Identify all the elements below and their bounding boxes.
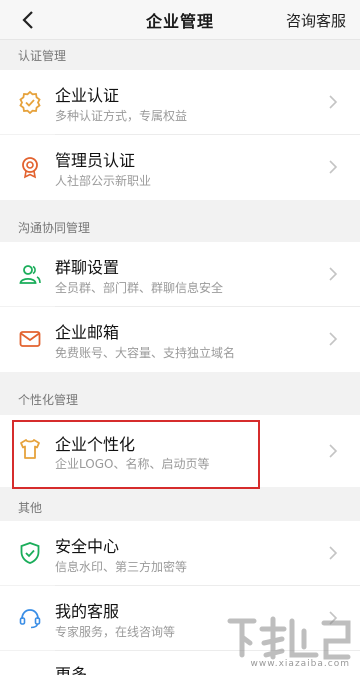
item-subtitle: 多种认证方式，专属权益 [55,109,188,123]
section-header-other: 其他 [18,500,43,515]
item-subtitle: 人社部公示新职业 [55,174,152,188]
page-title: 企业管理 [145,11,214,31]
chevron-right-icon [329,546,338,560]
group-users-icon [19,265,41,284]
tshirt-icon [20,439,40,459]
chevron-right-icon [329,95,338,109]
item-title: 群聊设置 [55,258,120,277]
section-header-collab: 沟通协同管理 [18,220,91,235]
headset-icon [19,609,41,629]
consult-service-button[interactable]: 咨询客服 [286,10,346,31]
item-subtitle: 免费账号、大容量、支持独立域名 [55,346,236,360]
shield-check-icon [20,542,40,564]
section-header-personal: 个性化管理 [18,393,79,407]
list-item-security-center[interactable]: 安全中心 信息水印、第三方加密等 [0,521,360,585]
list-item-personalization[interactable]: 企业个性化 企业LOGO、名称、启动页等 [0,415,360,487]
chevron-right-icon [329,267,338,281]
verified-badge-icon [19,90,41,114]
item-subtitle: 企业LOGO、名称、启动页等 [55,457,210,471]
list-item-enterprise-auth[interactable]: 企业认证 多种认证方式，专属权益 [0,70,360,134]
item-subtitle: 信息水印、第三方加密等 [55,560,188,574]
medal-icon [22,157,38,179]
mail-icon [19,331,41,347]
item-subtitle: 全员群、部门群、群聊信息安全 [55,281,224,295]
item-title: 管理员认证 [55,151,136,170]
chevron-right-icon [329,160,338,174]
list-item-enterprise-mail[interactable]: 企业邮箱 免费账号、大容量、支持独立域名 [0,307,360,372]
item-title: 更多 [55,665,88,675]
item-title: 企业认证 [55,86,120,105]
section-header-auth: 认证管理 [18,49,67,63]
chevron-right-icon [329,332,338,346]
item-title: 企业邮箱 [55,323,120,342]
chevron-right-icon [329,444,338,458]
chevron-left-icon [22,11,33,29]
item-subtitle: 专家服务，在线咨询等 [55,625,176,639]
list-item-group-settings[interactable]: 群聊设置 全员群、部门群、群聊信息安全 [0,242,360,306]
watermark-url: www.xiazaiba.com [250,659,350,669]
item-title: 企业个性化 [55,435,136,454]
list-item-admin-auth[interactable]: 管理员认证 人社部公示新职业 [0,135,360,200]
back-button[interactable] [14,8,42,32]
top-nav-bar: 企业管理 咨询客服 [0,0,360,40]
item-title: 我的客服 [55,602,120,621]
item-title: 安全中心 [55,537,120,556]
